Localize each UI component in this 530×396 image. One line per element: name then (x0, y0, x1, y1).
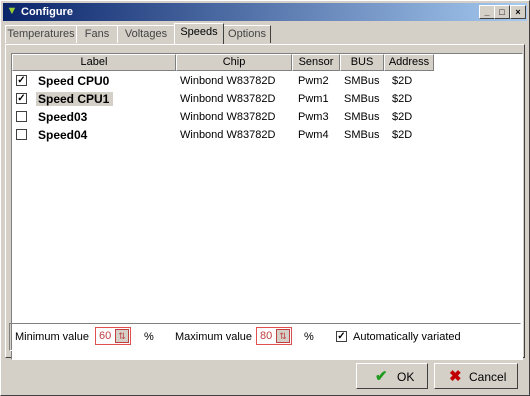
ok-button[interactable]: ✔ OK (356, 363, 428, 389)
auto-variated-checkbox[interactable]: ✓ (336, 331, 347, 342)
tab-voltages[interactable]: Voltages (117, 25, 175, 43)
window-title: Configure (21, 6, 73, 18)
column-label[interactable]: Label (12, 54, 176, 71)
configure-window: ▼ Configure _ □ × Temperatures Fans Volt… (0, 0, 530, 396)
tab-fans[interactable]: Fans (76, 25, 118, 43)
row-chip: Winbond W83782D (180, 75, 276, 87)
min-unit: % (144, 331, 154, 343)
table-row[interactable]: Speed03 Winbond W83782D Pwm3 SMBus $2D (12, 108, 522, 126)
tab-speeds[interactable]: Speeds (174, 23, 224, 44)
row-address: $2D (392, 129, 413, 141)
row-sensor: Pwm1 (298, 93, 329, 105)
table-row[interactable]: ✓ Speed CPU1 Winbond W83782D Pwm1 SMBus $2D (12, 90, 522, 108)
max-value-spinner[interactable]: 80 ⇅ (256, 327, 292, 345)
cancel-label: Cancel (469, 370, 507, 384)
row-label: Speed03 (38, 110, 88, 124)
row-chip: Winbond W83782D (180, 93, 276, 105)
app-icon: ▼ (6, 5, 18, 17)
row-label: Speed CPU0 (38, 74, 110, 88)
tab-options[interactable]: Options (223, 25, 271, 43)
speeds-panel: Label Chip Sensor BUS Address ✓ Speed CPU… (5, 44, 525, 360)
minimize-button[interactable]: _ (479, 5, 495, 19)
row-bus: SMBus (344, 111, 380, 123)
sensor-list[interactable]: Label Chip Sensor BUS Address ✓ Speed CPU… (11, 53, 523, 360)
table-row[interactable]: ✓ Speed CPU0 Winbond W83782D Pwm2 SMBus $2D (12, 72, 522, 90)
row-checkbox[interactable]: ✓ (16, 75, 27, 86)
row-chip: Winbond W83782D (180, 129, 276, 141)
row-label: Speed CPU1 (36, 92, 114, 106)
row-chip: Winbond W83782D (180, 111, 276, 123)
cancel-button[interactable]: ✖ Cancel (434, 363, 518, 389)
ok-label: OK (397, 370, 415, 384)
row-bus: SMBus (344, 75, 380, 87)
table-row[interactable]: Speed04 Winbond W83782D Pwm4 SMBus $2D (12, 126, 522, 144)
min-spin-arrows-icon[interactable]: ⇅ (115, 329, 129, 343)
row-address: $2D (392, 111, 413, 123)
row-sensor: Pwm3 (298, 111, 329, 123)
range-settings: Minimum value 60 ⇅ % Maximum value 80 ⇅ … (9, 323, 521, 351)
list-header: Label Chip Sensor BUS Address (12, 54, 522, 71)
max-unit: % (304, 331, 314, 343)
column-bus[interactable]: BUS (340, 54, 384, 71)
maximize-button[interactable]: □ (494, 5, 510, 19)
min-value-spinner[interactable]: 60 ⇅ (95, 327, 131, 345)
max-value-text: 80 (260, 330, 273, 342)
row-address: $2D (392, 75, 413, 87)
row-checkbox[interactable] (16, 111, 27, 122)
x-icon: ✖ (449, 368, 462, 385)
tab-temperatures[interactable]: Temperatures (5, 25, 77, 43)
auto-variated-label: Automatically variated (353, 331, 461, 343)
row-label: Speed04 (38, 128, 88, 142)
title-bar[interactable]: ▼ Configure _ □ × (3, 3, 527, 21)
row-checkbox[interactable]: ✓ (16, 93, 27, 104)
close-button[interactable]: × (510, 5, 526, 19)
row-sensor: Pwm2 (298, 75, 329, 87)
row-address: $2D (392, 93, 413, 105)
min-value-label: Minimum value (15, 331, 89, 343)
row-sensor: Pwm4 (298, 129, 329, 141)
max-spin-arrows-icon[interactable]: ⇅ (276, 329, 290, 343)
row-bus: SMBus (344, 129, 380, 141)
row-bus: SMBus (344, 93, 380, 105)
column-address[interactable]: Address (384, 54, 434, 71)
column-sensor[interactable]: Sensor (292, 54, 340, 71)
min-value-text: 60 (99, 330, 112, 342)
row-checkbox[interactable] (16, 129, 27, 140)
check-icon: ✔ (375, 368, 388, 385)
max-value-label: Maximum value (175, 331, 253, 343)
column-chip[interactable]: Chip (176, 54, 292, 71)
